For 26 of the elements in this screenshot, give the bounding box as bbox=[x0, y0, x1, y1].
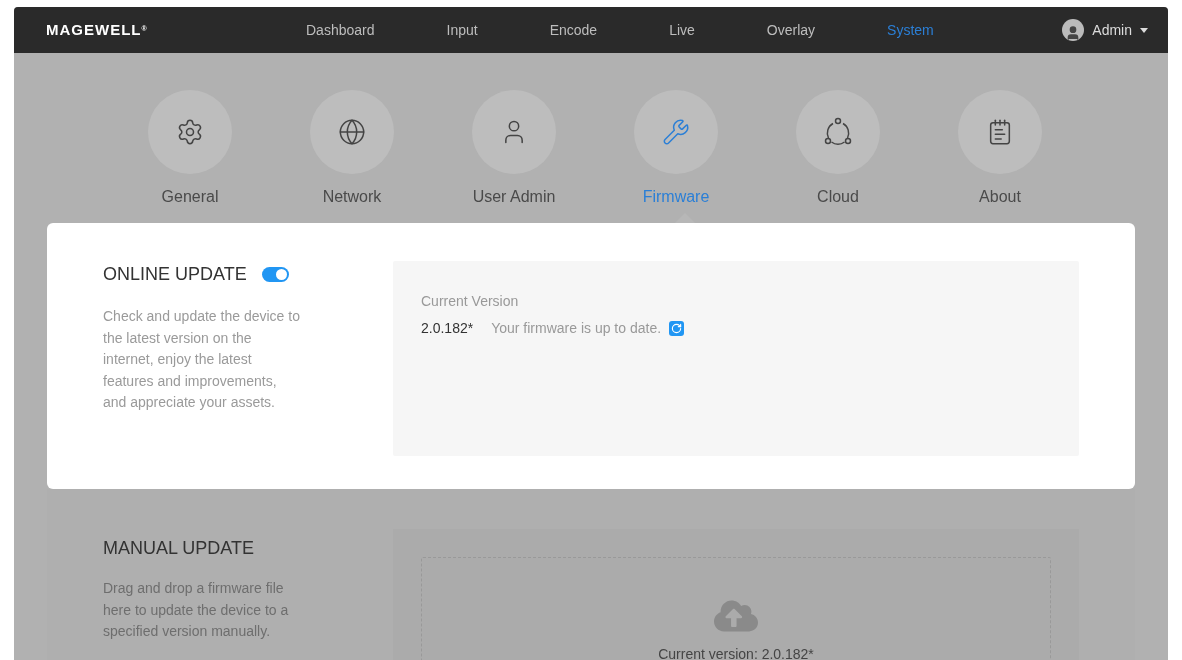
drop-zone[interactable]: Current version: 2.0.182* bbox=[421, 557, 1051, 660]
gear-icon bbox=[176, 118, 204, 146]
description-text: Check and update the device to the latest version on the internet, enjoy the latest features and improvements, and appreciate your assets. bbox=[103, 307, 301, 412]
toggle-switch[interactable] bbox=[261, 267, 289, 282]
current-version-text: Current version: 2.0.182* bbox=[658, 645, 814, 660]
pointer-arrow bbox=[675, 213, 695, 223]
nodes-icon bbox=[823, 117, 853, 147]
nav-link[interactable]: Overlay bbox=[754, 19, 828, 41]
nav-link[interactable]: Input bbox=[434, 19, 490, 41]
section-title: MANUAL UPDATE bbox=[103, 537, 256, 560]
section-title: ONLINE UPDATE bbox=[103, 263, 247, 286]
globe-icon bbox=[338, 118, 366, 146]
nav-link[interactable]: Dashboard bbox=[294, 19, 387, 41]
avatar-icon bbox=[1062, 19, 1085, 41]
version-value: 2.0.182* bbox=[421, 319, 474, 338]
wrench-icon bbox=[662, 118, 690, 146]
caret-icon bbox=[1140, 27, 1148, 33]
refresh-button[interactable] bbox=[669, 321, 685, 336]
status-text: Your firmware is up to date. bbox=[491, 319, 662, 338]
nav-link[interactable]: System bbox=[875, 19, 946, 41]
brand-logo: MAGEWELL$^{®}$ bbox=[46, 19, 149, 40]
description-text: Drag and drop a firmware file here to update the device to a specified version manually. bbox=[103, 579, 290, 641]
nav-link[interactable]: Encode bbox=[537, 19, 610, 41]
nav-link[interactable]: Live bbox=[657, 19, 707, 41]
user-menu[interactable]: Admin bbox=[1062, 19, 1148, 41]
field-label: Current Version bbox=[421, 292, 520, 311]
